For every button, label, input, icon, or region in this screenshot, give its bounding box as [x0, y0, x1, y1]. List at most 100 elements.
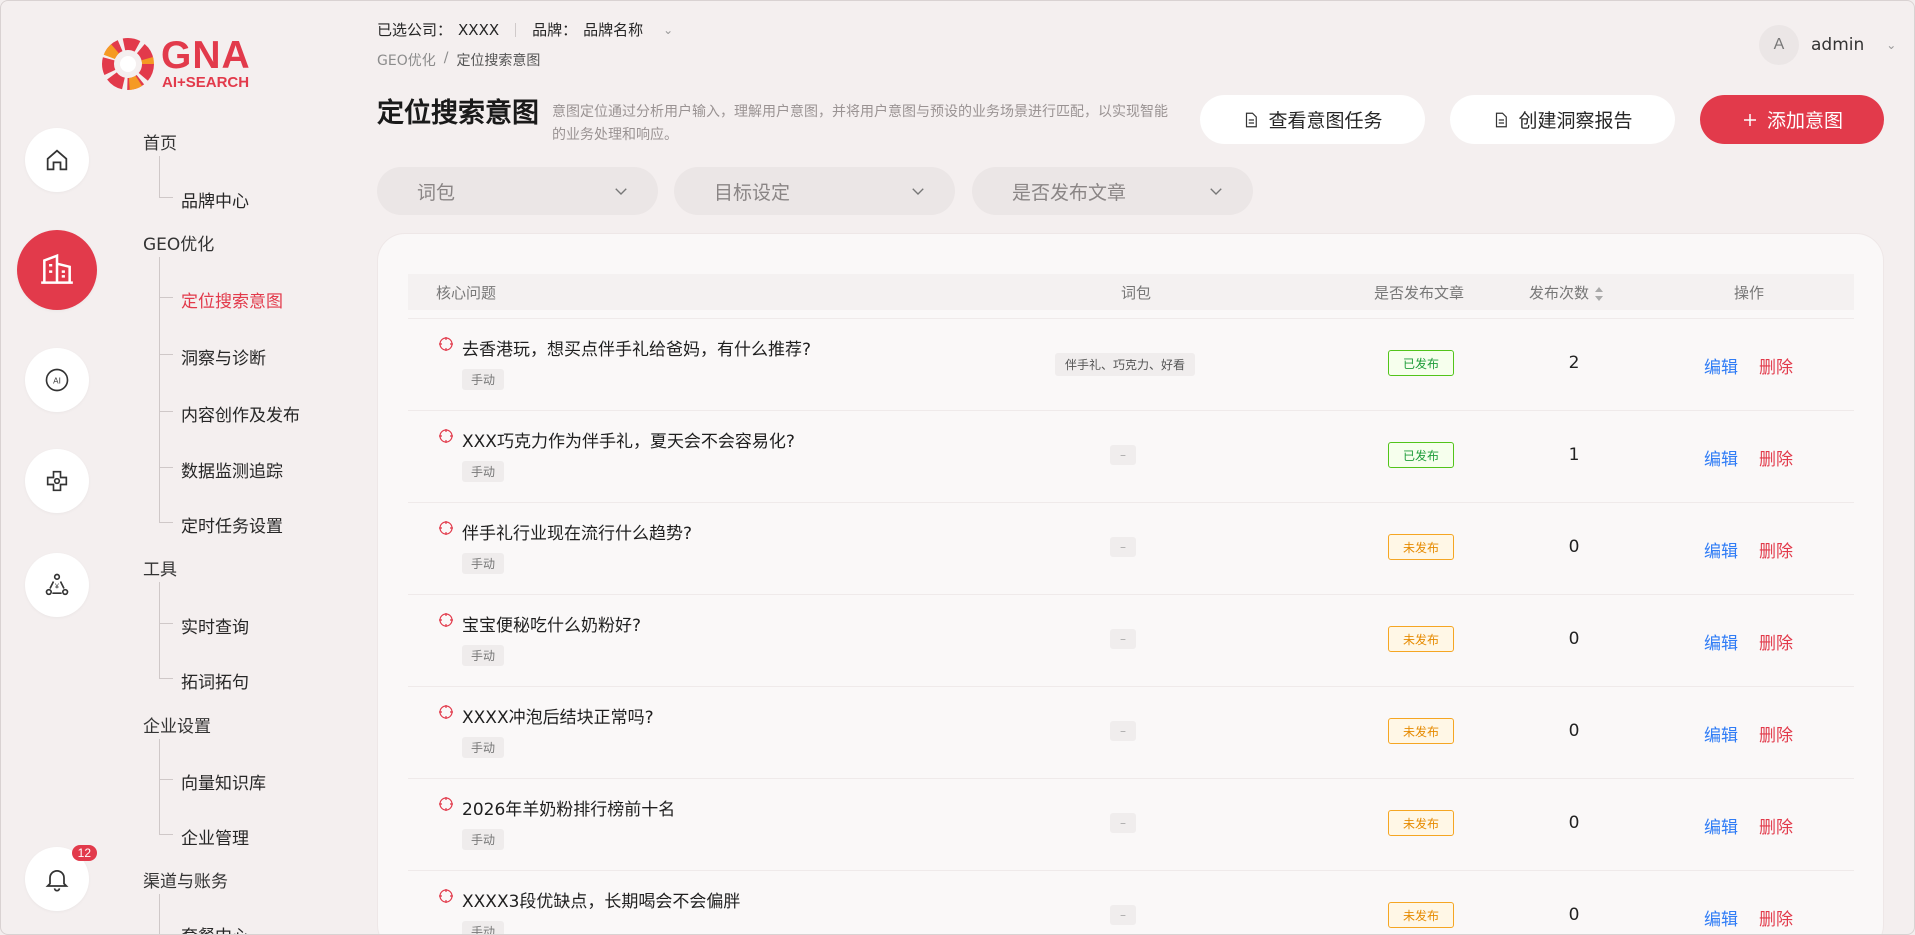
svg-text:¥: ¥ [55, 584, 59, 591]
nav-item-insight[interactable]: 洞察与诊断 [181, 344, 266, 369]
chevron-down-icon[interactable]: ⌄ [663, 23, 673, 37]
page-title: 定位搜索意图 [377, 98, 539, 129]
nav-group-geo[interactable]: GEO优化 [143, 230, 214, 255]
table-row: XXXX冲泡后结块正常吗? 手动 – 未发布 0 编辑 删除 [408, 686, 1854, 778]
create-insight-report-label: 创建洞察报告 [1518, 111, 1633, 132]
chevron-down-icon[interactable]: ⌄ [1886, 38, 1896, 52]
status-badge: 未发布 [1388, 810, 1454, 836]
nav-tree-line [159, 156, 160, 198]
rail-notifications-button[interactable]: 12 [25, 845, 97, 911]
plus-icon [1743, 113, 1756, 126]
publish-count: 0 [1568, 537, 1580, 557]
nav-tree-tick [159, 197, 173, 198]
question-text[interactable]: 宝宝便秘吃什么奶粉好? [462, 611, 641, 636]
nav-tree-tick [159, 834, 173, 835]
column-header-count-label: 发布次数 [1529, 284, 1590, 302]
delete-link[interactable]: 删除 [1759, 353, 1793, 378]
keyword-pack-value: – [1110, 445, 1136, 465]
company-brand-selector: 已选公司： XXXX 品牌： 品牌名称 ⌄ [377, 19, 673, 40]
nav-group-home[interactable]: 首页 [143, 129, 177, 154]
nav-group-enterprise[interactable]: 企业设置 [143, 712, 211, 737]
column-header-published: 是否发布文章 [1374, 284, 1465, 302]
publish-count: 0 [1568, 629, 1580, 649]
target-icon [439, 429, 453, 443]
user-name[interactable]: admin [1811, 35, 1864, 55]
question-text[interactable]: 伴手礼行业现在流行什么趋势? [462, 519, 692, 544]
nav-item-scheduled-tasks[interactable]: 定时任务设置 [181, 512, 283, 537]
nav-item-monitoring[interactable]: 数据监测追踪 [181, 457, 283, 482]
target-filter[interactable]: 目标设定 [674, 167, 955, 215]
nav-item-packages[interactable]: 套餐中心 [181, 922, 249, 934]
edit-link[interactable]: 编辑 [1704, 445, 1738, 470]
source-tag: 手动 [462, 461, 505, 482]
company-value[interactable]: XXXX [458, 21, 499, 39]
keyword-pack-value: – [1110, 813, 1136, 833]
user-menu[interactable]: A admin ⌄ [1759, 25, 1896, 65]
brand-select[interactable]: 品牌名称 [583, 19, 643, 40]
table-row: XXX巧克力作为伴手礼，夏天会不会容易化? 手动 – 已发布 1 编辑 删除 [408, 410, 1854, 502]
breadcrumb-item-current: 定位搜索意图 [456, 53, 541, 69]
edit-link[interactable]: 编辑 [1704, 353, 1738, 378]
question-text[interactable]: 去香港玩，想买点伴手礼给爸妈，有什么推荐? [462, 335, 811, 360]
rail-settings-button[interactable] [25, 449, 89, 513]
status-badge: 未发布 [1388, 718, 1454, 744]
nav-item-search-intent[interactable]: 定位搜索意图 [181, 287, 283, 312]
question-text[interactable]: 2026年羊奶粉排行榜前十名 [462, 795, 675, 820]
column-header-count[interactable]: 发布次数 [1529, 282, 1604, 303]
view-intent-tasks-button[interactable]: 查看意图任务 [1200, 95, 1425, 144]
edit-link[interactable]: 编辑 [1704, 629, 1738, 654]
edit-link[interactable]: 编辑 [1704, 721, 1738, 746]
nav-item-content[interactable]: 内容创作及发布 [181, 401, 300, 426]
edit-link[interactable]: 编辑 [1704, 813, 1738, 838]
delete-link[interactable]: 删除 [1759, 813, 1793, 838]
home-icon [46, 149, 68, 171]
nav-tree-tick [159, 467, 173, 468]
table-row: XXXX3段优缺点，长期喝会不会偏胖 手动 – 未发布 0 编辑 删除 [408, 870, 1854, 934]
add-intent-button[interactable]: 添加意图 [1700, 95, 1884, 144]
delete-link[interactable]: 删除 [1759, 905, 1793, 930]
header-divider [515, 22, 517, 37]
keyword-pack-filter-label: 词包 [417, 181, 456, 204]
delete-link[interactable]: 删除 [1759, 721, 1793, 746]
rail-geo-button[interactable] [17, 230, 97, 310]
rail-billing-button[interactable]: ¥ [25, 553, 89, 617]
nav-group-channels[interactable]: 渠道与账务 [143, 867, 228, 892]
logo-text: GNA [161, 34, 251, 77]
question-text[interactable]: XXX巧克力作为伴手礼，夏天会不会容易化? [462, 427, 795, 452]
question-text[interactable]: XXXX冲泡后结块正常吗? [462, 703, 654, 728]
delete-link[interactable]: 删除 [1759, 537, 1793, 562]
source-tag: 手动 [462, 829, 505, 850]
nav-item-enterprise-mgmt[interactable]: 企业管理 [181, 824, 249, 849]
sort-icon[interactable] [1595, 286, 1604, 301]
delete-link[interactable]: 删除 [1759, 445, 1793, 470]
nav-item-vector-kb[interactable]: 向量知识库 [181, 769, 266, 794]
view-intent-tasks-label: 查看意图任务 [1268, 111, 1383, 132]
rail-tools-button[interactable]: AI [25, 348, 89, 412]
column-header-question: 核心问题 [436, 284, 497, 302]
avatar[interactable]: A [1759, 25, 1799, 65]
delete-link[interactable]: 删除 [1759, 629, 1793, 654]
nav-group-tools[interactable]: 工具 [143, 555, 177, 580]
keyword-pack-value: 伴手礼、巧克力、好看 [1055, 353, 1196, 376]
keyword-pack-value: – [1110, 537, 1136, 557]
nav-item-realtime-query[interactable]: 实时查询 [181, 613, 249, 638]
nav-item-keyword-expansion[interactable]: 拓词拓句 [181, 668, 249, 693]
chevron-down-icon [912, 188, 924, 195]
breadcrumb-item-geo[interactable]: GEO优化 [377, 50, 436, 70]
edit-link[interactable]: 编辑 [1704, 905, 1738, 930]
column-header-actions: 操作 [1734, 284, 1765, 302]
published-filter[interactable]: 是否发布文章 [972, 167, 1253, 215]
nav-item-brand-center[interactable]: 品牌中心 [181, 187, 249, 212]
keyword-pack-filter[interactable]: 词包 [377, 167, 658, 215]
column-header-keywords: 词包 [1121, 284, 1152, 302]
app-window: GNA AI+SEARCH AI ¥ 12 首页 品牌中心 GEO优化 定位搜索… [0, 0, 1915, 935]
edit-link[interactable]: 编辑 [1704, 537, 1738, 562]
status-badge: 未发布 [1388, 534, 1454, 560]
nav-tree-line [159, 582, 160, 679]
rail-home-button[interactable] [25, 128, 89, 192]
published-filter-label: 是否发布文章 [1012, 181, 1127, 204]
question-text[interactable]: XXXX3段优缺点，长期喝会不会偏胖 [462, 887, 740, 912]
gna-logo[interactable]: GNA AI+SEARCH [101, 35, 261, 95]
keyword-pack-value: – [1110, 721, 1136, 741]
create-insight-report-button[interactable]: 创建洞察报告 [1450, 95, 1675, 144]
